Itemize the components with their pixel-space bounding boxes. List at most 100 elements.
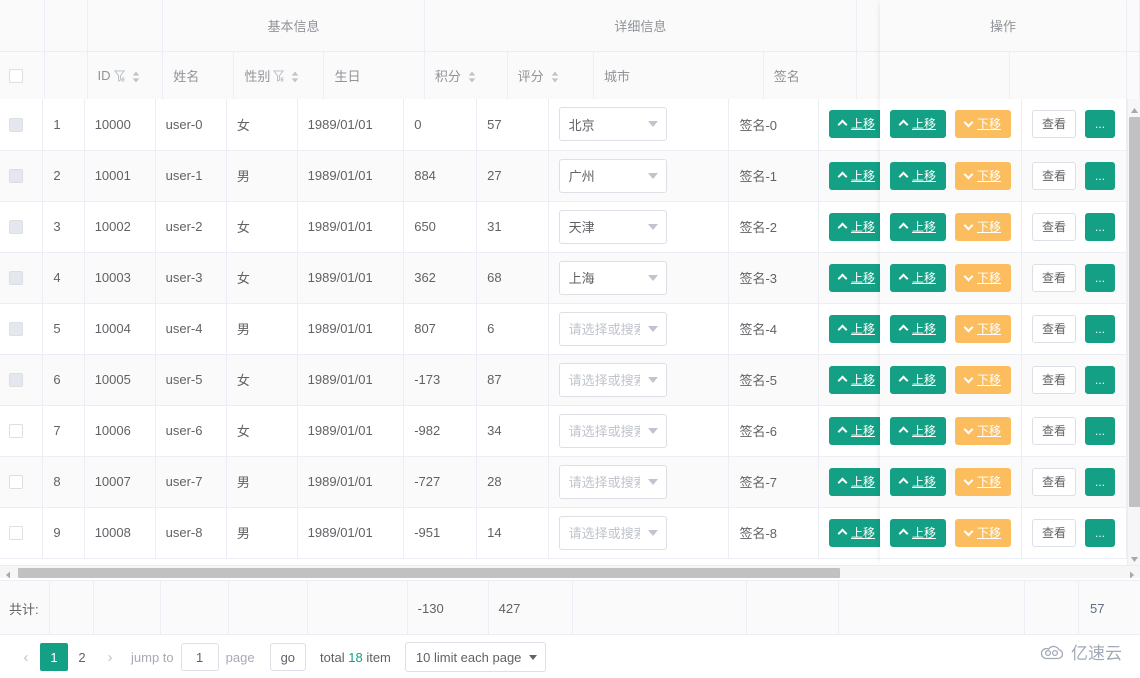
cell-city[interactable]: 北京 — [548, 99, 729, 150]
cell-city[interactable]: 广州 — [548, 150, 729, 201]
city-select[interactable]: 上海 — [559, 261, 667, 295]
city-select[interactable]: 广州 — [559, 159, 667, 193]
row-checkbox[interactable] — [9, 475, 23, 489]
move-up-button[interactable]: 上移 — [890, 468, 946, 496]
more-button[interactable]: ... — [1085, 264, 1115, 292]
move-down-button[interactable]: 下移 — [955, 110, 1011, 138]
more-button[interactable]: ... — [1085, 110, 1115, 138]
view-button[interactable]: 查看 — [1032, 110, 1076, 138]
sort-icon[interactable] — [290, 70, 300, 84]
scroll-down-icon[interactable] — [1130, 552, 1139, 561]
cell-city[interactable]: 请选择或搜索 — [548, 507, 729, 558]
pagination-page-1[interactable]: 1 — [40, 643, 68, 671]
header-cell-birthday[interactable]: 生日 — [324, 51, 424, 99]
more-button[interactable]: ... — [1085, 417, 1115, 445]
city-select[interactable]: 请选择或搜索 — [559, 363, 667, 397]
move-up-button[interactable]: 上移 — [890, 110, 946, 138]
move-down-button[interactable]: 下移 — [955, 468, 1011, 496]
move-up-button[interactable]: 上移 — [829, 213, 885, 241]
view-button[interactable]: 查看 — [1032, 519, 1076, 547]
cell-city[interactable]: 请选择或搜索 — [548, 456, 729, 507]
move-down-button[interactable]: 下移 — [955, 366, 1011, 394]
cell-checkbox[interactable] — [0, 456, 43, 507]
cell-checkbox[interactable] — [0, 354, 43, 405]
header-cell-checkbox[interactable] — [0, 51, 45, 99]
pagination-prev-button[interactable]: ‹ — [12, 643, 40, 671]
city-select[interactable]: 请选择或搜索 — [559, 414, 667, 448]
sort-icon[interactable] — [131, 70, 141, 84]
move-down-button[interactable]: 下移 — [955, 162, 1011, 190]
city-select[interactable]: 请选择或搜索 — [559, 312, 667, 346]
fixed-right-row[interactable]: 上移下移查看... — [880, 150, 1127, 201]
more-button[interactable]: ... — [1085, 468, 1115, 496]
cell-checkbox[interactable] — [0, 201, 43, 252]
horizontal-scrollbar[interactable] — [0, 565, 1140, 578]
move-down-button[interactable]: 下移 — [955, 213, 1011, 241]
fixed-right-row[interactable]: 上移下移查看... — [880, 507, 1127, 558]
cell-city[interactable]: 天津 — [548, 201, 729, 252]
select-all-checkbox[interactable] — [9, 69, 23, 83]
header-cell-name[interactable]: 姓名 — [163, 51, 234, 99]
pagination-go-button[interactable]: go — [270, 643, 306, 671]
scroll-right-icon[interactable] — [1127, 568, 1137, 578]
view-button[interactable]: 查看 — [1032, 264, 1076, 292]
move-up-button[interactable]: 上移 — [890, 315, 946, 343]
fixed-right-row[interactable]: 上移下移查看... — [880, 201, 1127, 252]
cell-checkbox[interactable] — [0, 303, 43, 354]
header-cell-gender[interactable]: 性别 — [234, 51, 324, 99]
fixed-right-row[interactable]: 上移下移查看... — [880, 456, 1127, 507]
sort-icon[interactable] — [550, 70, 560, 84]
sort-icon[interactable] — [467, 70, 477, 84]
filter-icon[interactable] — [114, 70, 125, 82]
more-button[interactable]: ... — [1085, 315, 1115, 343]
view-button[interactable]: 查看 — [1032, 213, 1076, 241]
move-up-button[interactable]: 上移 — [829, 264, 885, 292]
vertical-scrollbar-thumb[interactable] — [1129, 117, 1140, 507]
pagination-jump-input[interactable] — [181, 643, 219, 671]
fixed-right-row[interactable]: 上移下移查看... — [880, 99, 1127, 150]
move-up-button[interactable]: 上移 — [829, 417, 885, 445]
fixed-right-row[interactable]: 上移下移查看... — [880, 303, 1127, 354]
row-checkbox[interactable] — [9, 526, 23, 540]
cell-city[interactable]: 上海 — [548, 252, 729, 303]
row-checkbox[interactable] — [9, 424, 23, 438]
move-up-button[interactable]: 上移 — [890, 213, 946, 241]
move-up-button[interactable]: 上移 — [890, 519, 946, 547]
more-button[interactable]: ... — [1085, 366, 1115, 394]
move-down-button[interactable]: 下移 — [955, 315, 1011, 343]
header-cell-score[interactable]: 积分 — [424, 51, 507, 99]
cell-city[interactable]: 请选择或搜索 — [548, 354, 729, 405]
move-up-button[interactable]: 上移 — [829, 519, 885, 547]
cell-checkbox[interactable] — [0, 252, 43, 303]
header-cell-rating[interactable]: 评分 — [507, 51, 593, 99]
cell-city[interactable]: 请选择或搜索 — [548, 405, 729, 456]
view-button[interactable]: 查看 — [1032, 315, 1076, 343]
pagination-page-2[interactable]: 2 — [68, 643, 96, 671]
city-select[interactable]: 天津 — [559, 210, 667, 244]
move-up-button[interactable]: 上移 — [829, 366, 885, 394]
move-up-button[interactable]: 上移 — [890, 366, 946, 394]
move-up-button[interactable]: 上移 — [829, 110, 885, 138]
header-cell-sign[interactable]: 签名 — [763, 51, 856, 99]
move-down-button[interactable]: 下移 — [955, 417, 1011, 445]
horizontal-scrollbar-thumb[interactable] — [18, 568, 840, 578]
filter-icon[interactable] — [273, 70, 284, 82]
cell-checkbox[interactable] — [0, 99, 43, 150]
move-up-button[interactable]: 上移 — [829, 468, 885, 496]
view-button[interactable]: 查看 — [1032, 366, 1076, 394]
cell-city[interactable]: 请选择或搜索 — [548, 303, 729, 354]
more-button[interactable]: ... — [1085, 519, 1115, 547]
header-cell-id[interactable]: ID — [87, 51, 163, 99]
city-select[interactable]: 请选择或搜索 — [559, 516, 667, 550]
move-up-button[interactable]: 上移 — [890, 264, 946, 292]
city-select[interactable]: 北京 — [559, 107, 667, 141]
move-up-button[interactable]: 上移 — [890, 417, 946, 445]
view-button[interactable]: 查看 — [1032, 417, 1076, 445]
move-down-button[interactable]: 下移 — [955, 519, 1011, 547]
more-button[interactable]: ... — [1085, 213, 1115, 241]
header-cell-city[interactable]: 城市 — [593, 51, 763, 99]
more-button[interactable]: ... — [1085, 162, 1115, 190]
cell-checkbox[interactable] — [0, 150, 43, 201]
cell-checkbox[interactable] — [0, 405, 43, 456]
cell-checkbox[interactable] — [0, 507, 43, 558]
